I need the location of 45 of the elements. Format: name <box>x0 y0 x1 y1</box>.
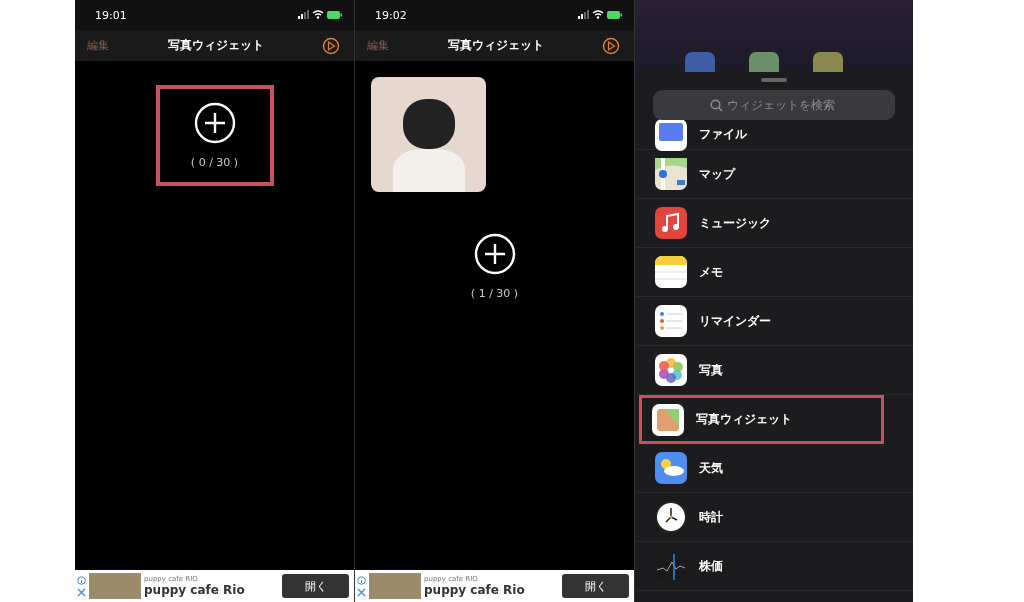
info-icon[interactable] <box>77 575 86 585</box>
app-icon <box>655 158 687 190</box>
app-icon <box>655 207 687 239</box>
add-icon <box>473 233 516 275</box>
widget-list-item[interactable]: 天気 <box>635 444 913 493</box>
widget-list-item[interactable]: 株価 <box>635 542 913 591</box>
info-icon[interactable] <box>357 575 366 585</box>
add-photo-button[interactable]: ( 0 / 30 ) <box>155 85 274 186</box>
close-icon[interactable] <box>357 587 366 597</box>
widget-list-item[interactable]: メモ <box>635 248 913 297</box>
ad-photo-placeholder <box>369 573 421 599</box>
widget-list-item[interactable]: ファイル <box>635 120 913 150</box>
widget-list-item[interactable]: 時計 <box>635 493 913 542</box>
app-icon <box>655 305 687 337</box>
nav-title: 写真ウィジェット <box>447 37 544 54</box>
widget-list-item[interactable]: マップ <box>635 150 913 199</box>
ad-photo-placeholder <box>89 573 141 599</box>
app-icon <box>655 118 687 151</box>
dog-photo-placeholder[interactable] <box>371 77 486 192</box>
widget-list-item[interactable]: 写真 <box>635 346 913 395</box>
photo-count: ( 0 / 30 ) <box>190 156 239 169</box>
app-icon <box>655 452 687 484</box>
widget-list-item[interactable]: リマインダー <box>635 297 913 346</box>
ad-title: puppy cafe Rio <box>144 583 246 597</box>
close-icon[interactable] <box>77 587 86 597</box>
ad-title: puppy cafe Rio <box>424 583 526 597</box>
search-field[interactable]: ウィジェットを検索 <box>653 90 895 120</box>
app-icon <box>655 256 687 288</box>
app-icon <box>652 403 684 436</box>
status-time: 19:02 <box>375 8 407 22</box>
widget-list-item[interactable]: 写真ウィジェット <box>639 395 884 444</box>
add-photo-button[interactable]: ( 1 / 30 ) <box>435 216 554 317</box>
sheet-grabber[interactable] <box>761 78 787 82</box>
app-icon <box>655 501 687 533</box>
add-icon <box>193 102 236 144</box>
app-icon <box>655 354 687 386</box>
nav-title: 写真ウィジェット <box>167 37 264 54</box>
photo-count: ( 1 / 30 ) <box>470 287 519 300</box>
status-time: 19:01 <box>95 8 127 22</box>
search-icon <box>710 99 723 112</box>
open-button[interactable]: 開く <box>282 574 349 598</box>
widget-list-item[interactable]: ミュージック <box>635 199 913 248</box>
open-button[interactable]: 開く <box>562 574 629 598</box>
status-icons <box>578 10 622 20</box>
status-icons <box>298 10 342 20</box>
